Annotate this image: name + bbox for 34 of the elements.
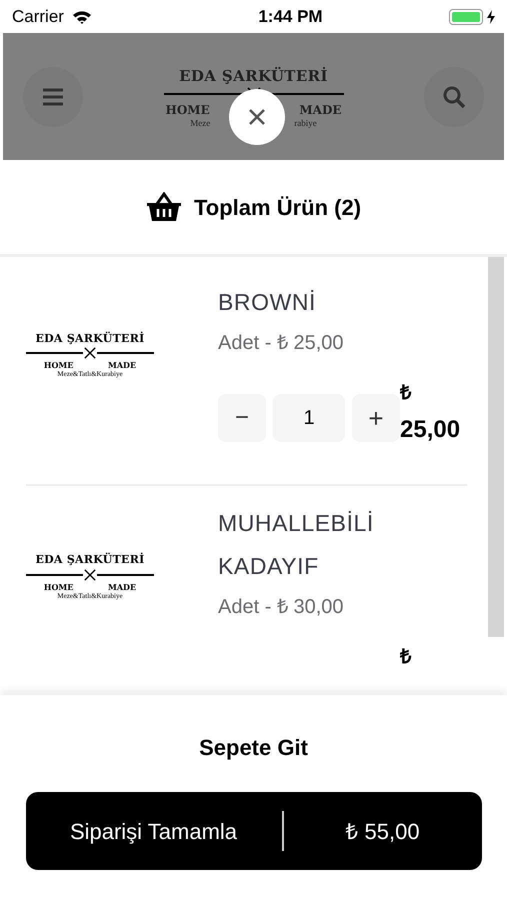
unit-price: Adet - ₺ 25,00: [218, 331, 345, 356]
unit-price: Adet - ₺ 30,00: [218, 595, 345, 620]
carrier-label: Carrier: [12, 6, 64, 28]
basket-icon: [146, 192, 182, 222]
go-to-cart-link[interactable]: Sepete Git: [199, 731, 308, 764]
product-name: MUHALLEBİLİ KADAYIF: [218, 509, 375, 581]
wifi-icon: [72, 10, 92, 24]
logo-tagline: Meze: [190, 119, 210, 128]
battery-icon: [448, 8, 483, 24]
currency-symbol: ₺: [400, 645, 411, 670]
product-name: BROWNİ: [218, 288, 317, 317]
decrease-button[interactable]: −: [218, 394, 266, 442]
charging-icon: [486, 10, 495, 24]
scrollbar[interactable]: [488, 257, 504, 637]
logo-right-word: MADE: [108, 580, 136, 593]
status-time: 1:44 PM: [258, 6, 323, 28]
logo-tagline: rabiye: [294, 119, 317, 128]
close-icon: [248, 108, 266, 126]
currency-symbol: ₺: [400, 381, 412, 406]
checkout-button[interactable]: Siparişi Tamamla ₺ 55,00: [26, 792, 482, 870]
logo-title: EDA ŞARKÜTERİ: [35, 330, 145, 347]
line-total: 25,00: [400, 415, 460, 445]
logo-left-word: HOME: [44, 580, 74, 593]
logo-left-word: HOME: [166, 102, 210, 120]
sheet-title: Toplam Ürün (2): [194, 194, 362, 222]
menu-icon: [42, 88, 64, 106]
logo-left-word: HOME: [44, 359, 74, 371]
logo-right-word: MADE: [108, 359, 136, 371]
increase-button[interactable]: +: [352, 394, 400, 442]
quantity-field[interactable]: 1: [273, 394, 345, 442]
logo-right-word: MADE: [299, 102, 342, 120]
search-icon: [442, 84, 466, 108]
logo-title: EDA ŞARKÜTERİ: [179, 66, 328, 87]
logo-title: EDA ŞARKÜTERİ: [35, 552, 145, 568]
